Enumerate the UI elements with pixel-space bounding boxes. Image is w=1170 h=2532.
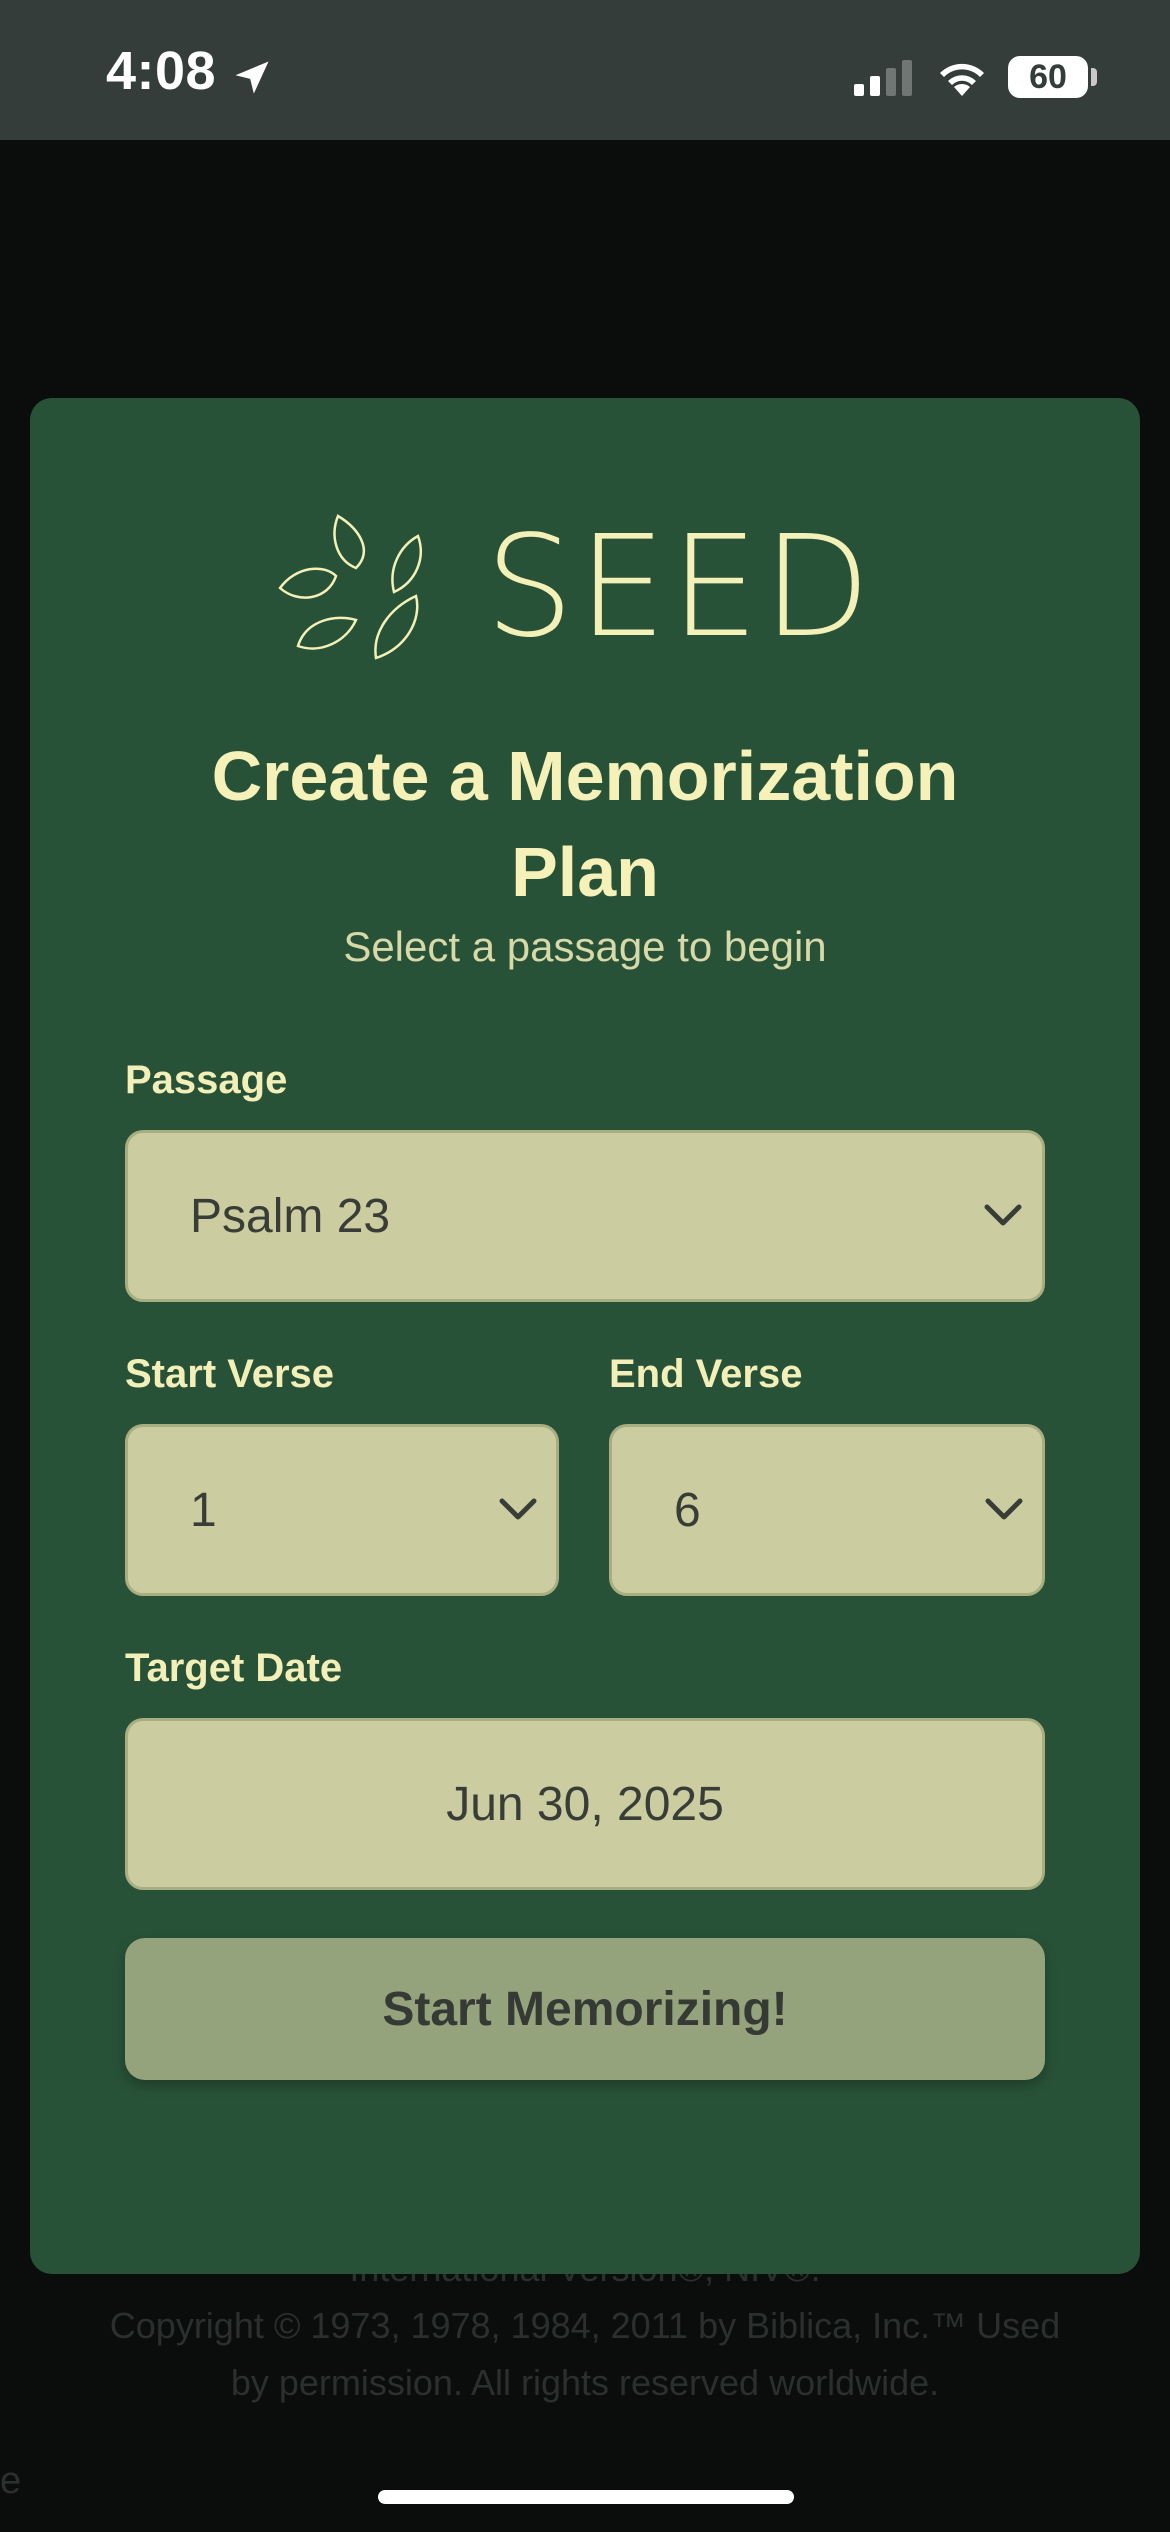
location-arrow-icon <box>235 61 269 94</box>
target-date-label: Target Date <box>125 1646 343 1690</box>
home-indicator[interactable] <box>378 2490 794 2504</box>
seed-leaves-logo-icon <box>278 514 422 660</box>
copyright-line-3: by permission. All rights reserved world… <box>230 2362 940 2403</box>
start-memorizing-button[interactable]: Start Memorizing! <box>125 1938 1045 2080</box>
battery-level: 60 <box>1029 57 1067 96</box>
end-verse-select[interactable]: 6 <box>609 1424 1045 1596</box>
start-verse-value: 1 <box>190 1483 217 1537</box>
edge-text: e <box>0 2460 22 2502</box>
brand-logo-text: SEED <box>485 506 875 669</box>
battery-nub <box>1091 68 1097 86</box>
chevron-down-icon <box>985 1498 1023 1520</box>
end-verse-value: 6 <box>674 1483 701 1537</box>
copyright-line-2: Copyright © 1973, 1978, 1984, 2011 by Bi… <box>109 2305 1061 2346</box>
chevron-down-icon <box>984 1204 1022 1226</box>
start-verse-select[interactable]: 1 <box>125 1424 559 1596</box>
target-date-value: Jun 30, 2025 <box>446 1777 724 1831</box>
cellular-signal-icon <box>854 60 912 96</box>
passage-select[interactable]: Psalm 23 <box>125 1130 1045 1302</box>
status-time: 4:08 <box>106 41 217 101</box>
page-subtitle: Select a passage to begin <box>343 923 827 970</box>
start-memorizing-label: Start Memorizing! <box>382 1982 788 2036</box>
title-line-1: Create a Memorization <box>211 737 959 815</box>
target-date-picker[interactable]: Jun 30, 2025 <box>125 1718 1045 1890</box>
end-verse-label: End Verse <box>609 1352 803 1396</box>
passage-value: Psalm 23 <box>190 1189 391 1243</box>
title-line-2: Plan <box>511 833 659 911</box>
battery-icon: 60 <box>1008 56 1088 98</box>
page-title: Create a Memorization Plan <box>30 728 1140 920</box>
create-plan-card: SEED Create a Memorization Plan Select a… <box>30 398 1140 2274</box>
passage-label: Passage <box>125 1058 288 1102</box>
chevron-down-icon <box>499 1498 537 1520</box>
status-bar: 4:08 60 <box>0 0 1170 140</box>
wifi-icon <box>940 63 984 96</box>
start-verse-label: Start Verse <box>125 1352 335 1396</box>
